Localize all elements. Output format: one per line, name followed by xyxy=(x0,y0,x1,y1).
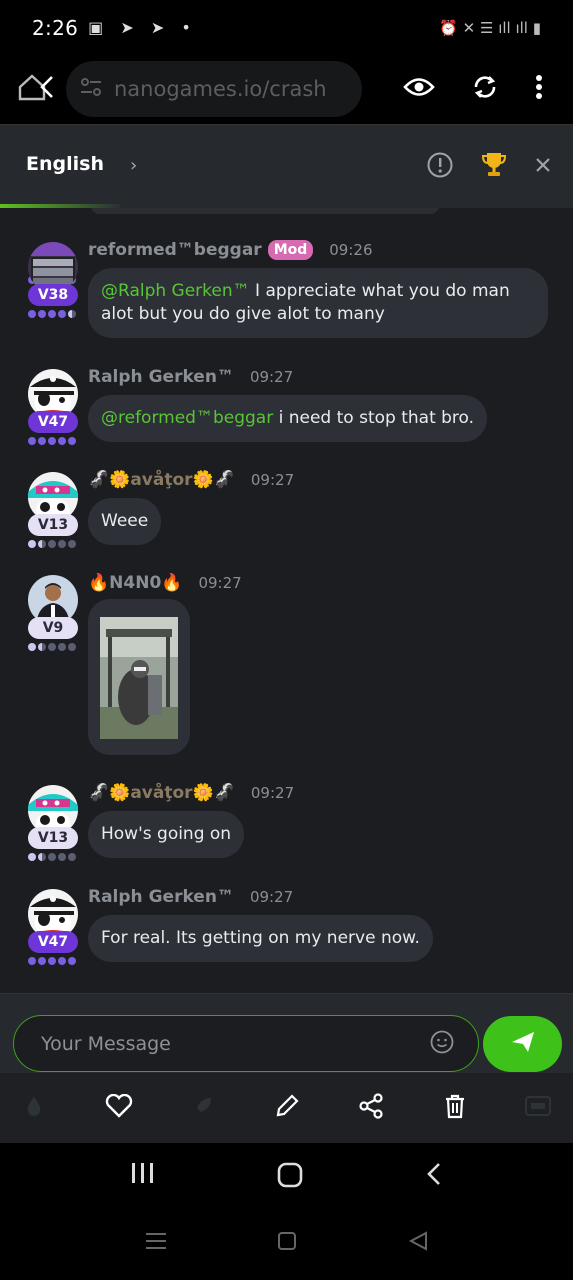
level-dots xyxy=(28,957,76,965)
site-settings-icon[interactable] xyxy=(80,77,102,101)
message-bubble: @Ralph Gerken™ I appreciate what you do … xyxy=(88,268,548,338)
triangle-back-icon[interactable] xyxy=(408,1231,428,1257)
username[interactable]: 🦨🌼avåţor🌼🦨 xyxy=(88,783,235,803)
message-header: Ralph Gerken™ 09:27 xyxy=(88,367,293,387)
message-time: 09:27 xyxy=(250,784,295,802)
sync-icon[interactable] xyxy=(471,73,499,105)
info-icon[interactable] xyxy=(427,152,453,182)
mod-badge: Mod xyxy=(267,240,314,260)
mention[interactable]: @reformed™beggar xyxy=(101,408,273,428)
droplet-icon[interactable] xyxy=(22,1094,46,1122)
browser-action-bar xyxy=(0,1073,573,1143)
url-text: nanogames.io/crash xyxy=(114,77,327,101)
heart-icon[interactable] xyxy=(105,1093,133,1122)
level-badge: V13 xyxy=(28,514,78,536)
send-icon xyxy=(511,1031,535,1057)
message-bubble: Weee xyxy=(88,498,162,545)
chevron-right-icon[interactable]: › xyxy=(130,155,137,176)
mention[interactable]: @Ralph Gerken™ xyxy=(101,281,250,301)
message-bubble: How's going on xyxy=(88,811,245,858)
username[interactable]: Ralph Gerken™ xyxy=(88,367,234,387)
emoji-icon[interactable] xyxy=(430,1030,454,1058)
level-badge: V9 xyxy=(28,617,78,639)
message-header: 🦨🌼avåţor🌼🦨 09:27 xyxy=(88,470,294,490)
username[interactable]: 🔥N4N0🔥 xyxy=(88,573,182,593)
message-header: 🔥N4N0🔥 09:27 xyxy=(88,573,242,593)
status-bar: 2:26 ▣ ➤ ➤ • ⏰ ✕ ☰ ıll ıll ▮ xyxy=(0,0,573,55)
language-selector[interactable]: English xyxy=(26,153,104,175)
message-text: Weee xyxy=(101,511,149,531)
username[interactable]: Ralph Gerken™ xyxy=(88,887,234,907)
message-bubble: For real. Its getting on my nerve now. xyxy=(88,915,433,962)
trophy-icon[interactable] xyxy=(481,151,507,183)
level-badge: V13 xyxy=(28,827,78,849)
rocket-icon[interactable] xyxy=(191,1094,215,1122)
message-header: 🦨🌼avåţor🌼🦨 09:27 xyxy=(88,783,294,803)
message-time: 09:27 xyxy=(249,888,294,906)
message-time: 09:27 xyxy=(250,471,295,489)
message-input[interactable]: Your Message xyxy=(13,1015,479,1072)
message-header: Ralph Gerken™ 09:27 xyxy=(88,887,293,907)
message-composer: Your Message xyxy=(0,993,573,1073)
message-time: 09:26 xyxy=(329,241,373,259)
more-menu-icon[interactable] xyxy=(535,74,543,104)
system-navigation-bar xyxy=(0,1143,573,1280)
level-dots xyxy=(28,853,76,861)
message-text: How's going on xyxy=(101,824,232,844)
square-icon[interactable] xyxy=(277,1231,297,1257)
status-left-icons: ▣ ➤ ➤ • xyxy=(88,18,197,37)
message-placeholder: Your Message xyxy=(41,1032,171,1055)
message-text: i need to stop that bro. xyxy=(273,408,475,428)
send-button[interactable] xyxy=(483,1016,562,1072)
level-dots xyxy=(28,437,76,445)
level-dots xyxy=(28,310,76,318)
message-text: For real. Its getting on my nerve now. xyxy=(101,928,420,948)
back-icon[interactable] xyxy=(425,1161,443,1196)
status-right-icons: ⏰ ✕ ☰ ıll ıll ▮ xyxy=(439,18,541,37)
level-badge: V47 xyxy=(28,931,78,953)
menu-lines-icon[interactable] xyxy=(145,1231,167,1257)
share-icon[interactable] xyxy=(358,1093,384,1123)
message-bubble: @reformed™beggar i need to stop that bro… xyxy=(88,395,488,442)
chat-header: English › xyxy=(0,124,573,208)
level-dots xyxy=(28,643,76,651)
url-bar[interactable]: nanogames.io/crash xyxy=(66,61,362,117)
pencil-icon[interactable] xyxy=(274,1093,300,1123)
username[interactable]: 🦨🌼avåţor🌼🦨 xyxy=(88,470,235,490)
level-badge: V38 xyxy=(28,284,78,306)
home-back-icon[interactable] xyxy=(16,71,56,107)
message-time: 09:27 xyxy=(249,368,294,386)
message-time: 09:27 xyxy=(198,574,242,592)
previous-message-bubble xyxy=(90,208,440,214)
browser-toolbar: nanogames.io/crash xyxy=(0,55,573,123)
chat-message-list[interactable]: V38 reformed™beggar Mod 09:26 @Ralph Ger… xyxy=(0,208,573,993)
home-icon[interactable] xyxy=(276,1161,304,1196)
image-message-bubble[interactable] xyxy=(88,599,190,755)
level-badge: V47 xyxy=(28,411,78,433)
username[interactable]: reformed™beggar xyxy=(88,240,262,260)
gif-icon[interactable] xyxy=(525,1095,551,1121)
message-header: reformed™beggar Mod 09:26 xyxy=(88,240,373,260)
recent-apps-icon[interactable] xyxy=(130,1161,156,1196)
raccoon-photo[interactable] xyxy=(100,617,178,739)
trash-icon[interactable] xyxy=(443,1093,467,1123)
status-time: 2:26 xyxy=(32,15,79,40)
level-dots xyxy=(28,540,76,548)
close-icon[interactable] xyxy=(535,157,551,177)
eye-icon[interactable] xyxy=(403,76,435,102)
